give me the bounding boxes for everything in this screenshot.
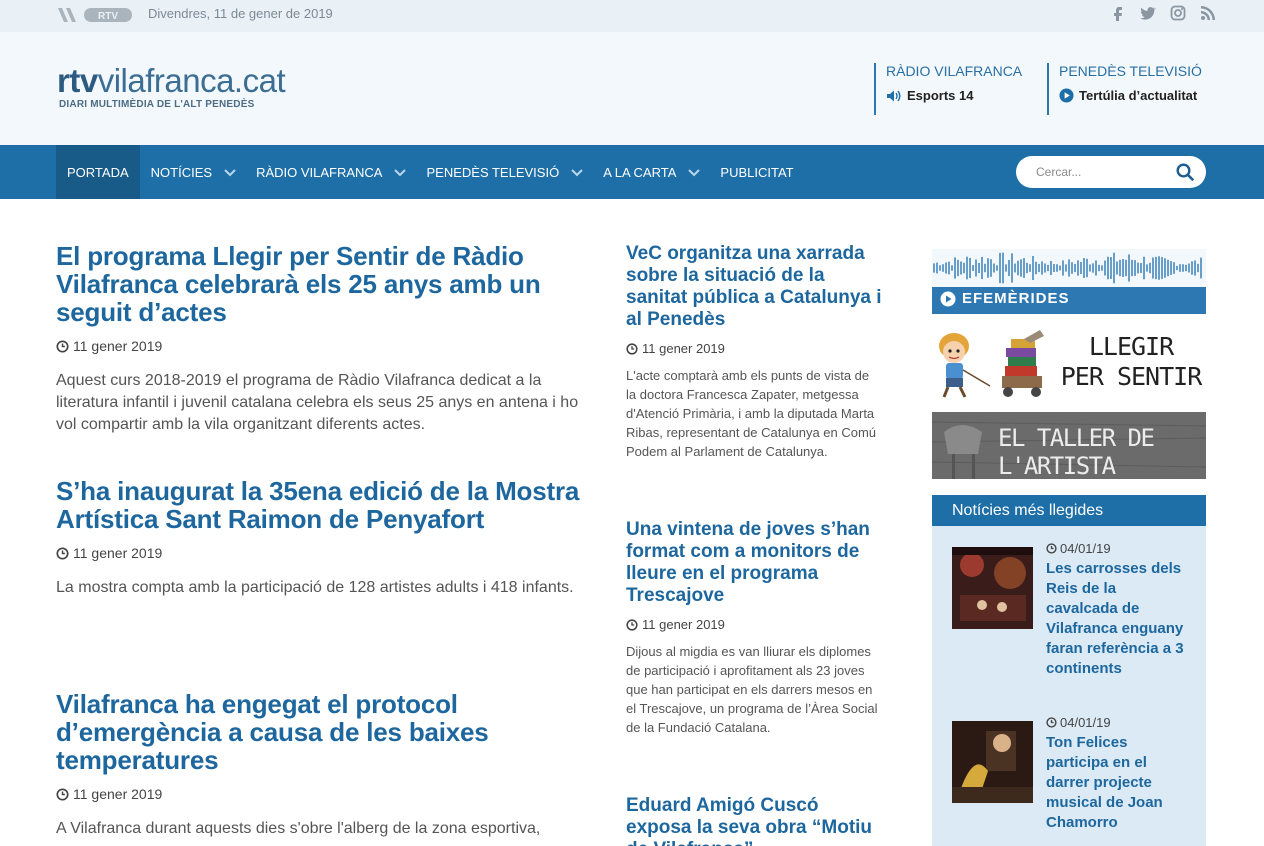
news-date: 04/01/19 bbox=[1046, 715, 1111, 730]
article-title[interactable]: Vilafranca ha engegat el protocol d’emer… bbox=[56, 690, 601, 774]
clock-icon bbox=[56, 787, 69, 801]
efemerides-text: EFEMÈRIDES bbox=[962, 290, 1070, 307]
live-tv-program-label: Tertúlia d’actualitat bbox=[1079, 88, 1198, 103]
article-date-label: 11 gener 2019 bbox=[73, 786, 163, 802]
article-summary: Dijous al migdia es van lliurar els dipl… bbox=[626, 644, 878, 735]
live-tv-box[interactable]: PENEDÈS TELEVISIÓ Tertúlia d’actualitat bbox=[1047, 63, 1202, 115]
article-date-label: 11 gener 2019 bbox=[73, 338, 163, 354]
nav-item-label: NOTÍCIES bbox=[150, 164, 213, 180]
article-date: 11 gener 2019 bbox=[626, 617, 882, 632]
llegir-per-sentir-text: LLEGIR PER SENTIR bbox=[1060, 332, 1203, 391]
search-box bbox=[1016, 156, 1206, 188]
news-thumbnail[interactable] bbox=[952, 721, 1033, 803]
live-radio-program-label: Esports 14 bbox=[907, 88, 974, 103]
nav-item-portada[interactable]: PORTADA bbox=[56, 145, 140, 199]
twitter-icon[interactable] bbox=[1140, 5, 1156, 23]
site-header: rtvvilafranca.cat DIARI MULTIMÈDIA DE L'… bbox=[0, 32, 1264, 145]
main-article: El programa Llegir per Sentir de Ràdio V… bbox=[56, 242, 601, 436]
taller-artista-text: EL TALLER DE L'ARTISTA bbox=[998, 424, 1155, 479]
article-date-label: 11 gener 2019 bbox=[642, 341, 725, 356]
nav-item-label: PENEDÈS TELEVISIÓ bbox=[426, 164, 560, 180]
article-title[interactable]: El programa Llegir per Sentir de Ràdio V… bbox=[56, 242, 601, 326]
clock-icon bbox=[626, 618, 638, 631]
article-date: 11 gener 2019 bbox=[56, 545, 601, 561]
article-date-label: 11 gener 2019 bbox=[642, 617, 725, 632]
article-summary: L'acte comptarà amb els punts de vista d… bbox=[626, 368, 877, 459]
rtv-logo-icon[interactable]: RTV bbox=[56, 6, 134, 24]
nav-item-noticies[interactable]: NOTÍCIES bbox=[140, 145, 245, 199]
search-icon[interactable] bbox=[1176, 163, 1194, 181]
article-title[interactable]: S’ha inaugurat la 35ena edició de la Mos… bbox=[56, 477, 601, 533]
article-date-label: 11 gener 2019 bbox=[73, 545, 163, 561]
search-input[interactable] bbox=[1036, 163, 1166, 181]
chevron-down-icon[interactable] bbox=[224, 168, 236, 176]
child-books-illustration-icon bbox=[939, 330, 1044, 398]
nav-item-radio-vilafranca[interactable]: RÀDIO VILAFRANCA bbox=[245, 145, 415, 199]
main-article: Vilafranca ha engegat el protocol d’emer… bbox=[56, 690, 601, 840]
secondary-article: Una vintena de joves s’han format com a … bbox=[626, 519, 882, 737]
article-date: 11 gener 2019 bbox=[626, 341, 882, 356]
nav-item-label: PUBLICITAT bbox=[720, 164, 794, 180]
article-summary: A Vilafranca durant aquests dies s'obre … bbox=[56, 820, 541, 837]
article-title[interactable]: Eduard Amigó Cuscó exposa la seva obra “… bbox=[626, 795, 882, 846]
current-date: Divendres, 11 de gener de 2019 bbox=[148, 6, 333, 21]
instagram-icon[interactable] bbox=[1170, 5, 1186, 23]
live-radio-program[interactable]: Esports 14 bbox=[886, 88, 1022, 103]
secondary-article: VeC organitza una xarrada sobre la situa… bbox=[626, 243, 882, 461]
news-title[interactable]: Ton Felices participa en el darrer proje… bbox=[1046, 733, 1186, 833]
nav-item-penedes-televisio[interactable]: PENEDÈS TELEVISIÓ bbox=[415, 145, 592, 199]
svg-text:RTV: RTV bbox=[98, 11, 118, 22]
news-date-label: 04/01/19 bbox=[1060, 715, 1111, 730]
secondary-article: Eduard Amigó Cuscó exposa la seva obra “… bbox=[626, 795, 882, 846]
clock-icon bbox=[56, 546, 69, 560]
news-date-label: 04/01/19 bbox=[1060, 541, 1111, 556]
llegir-per-sentir-banner[interactable]: LLEGIR PER SENTIR bbox=[932, 330, 1206, 400]
nav-item-label: RÀDIO VILAFRANCA bbox=[256, 164, 383, 180]
article-title[interactable]: Una vintena de joves s’han format com a … bbox=[626, 519, 882, 607]
main-nav: PORTADA NOTÍCIES RÀDIO VILAFRANCA PENEDÈ… bbox=[0, 145, 1264, 199]
chevron-down-icon[interactable] bbox=[394, 168, 407, 176]
taller-artista-banner[interactable]: EL TALLER DE L'ARTISTA bbox=[932, 412, 1206, 479]
article-summary: La mostra compta amb la participació de … bbox=[56, 579, 574, 596]
news-date: 04/01/19 bbox=[1046, 541, 1111, 556]
clock-icon bbox=[626, 342, 638, 355]
play-circle-icon bbox=[940, 291, 956, 306]
nav-item-label: A LA CARTA bbox=[603, 164, 677, 180]
news-title[interactable]: Les carrosses dels Reis de la cavalcada … bbox=[1046, 559, 1186, 679]
most-read-panel: Notícies més llegides 04/01/19 Les carro… bbox=[932, 495, 1206, 846]
site-tagline: DIARI MULTIMÈDIA DE L'ALT PENEDÈS bbox=[59, 99, 255, 110]
social-links bbox=[1110, 5, 1216, 23]
rss-icon[interactable] bbox=[1200, 5, 1216, 23]
live-tv-title[interactable]: PENEDÈS TELEVISIÓ bbox=[1059, 63, 1202, 79]
live-tv-program[interactable]: Tertúlia d’actualitat bbox=[1059, 88, 1202, 103]
chevron-down-icon[interactable] bbox=[571, 168, 583, 176]
site-logo[interactable]: rtvvilafranca.cat bbox=[57, 62, 286, 100]
article-date: 11 gener 2019 bbox=[56, 786, 601, 802]
article-date: 11 gener 2019 bbox=[56, 338, 601, 354]
play-circle-icon bbox=[1059, 88, 1074, 103]
most-read-title: Notícies més llegides bbox=[932, 495, 1206, 526]
sound-wave-icon bbox=[932, 249, 1206, 287]
efemerides-banner[interactable]: EFEMÈRIDES bbox=[932, 249, 1206, 314]
facebook-icon[interactable] bbox=[1110, 5, 1126, 23]
main-article: S’ha inaugurat la 35ena edició de la Mos… bbox=[56, 477, 601, 599]
efemerides-label: EFEMÈRIDES bbox=[940, 290, 1070, 307]
news-thumbnail[interactable] bbox=[952, 547, 1033, 629]
article-summary: Aquest curs 2018-2019 el programa de Ràd… bbox=[56, 372, 579, 433]
nav-item-publicitat[interactable]: PUBLICITAT bbox=[709, 145, 804, 199]
chevron-down-icon[interactable] bbox=[688, 168, 701, 176]
live-radio-title[interactable]: RÀDIO VILAFRANCA bbox=[886, 63, 1022, 79]
live-radio-box[interactable]: RÀDIO VILAFRANCA Esports 14 bbox=[874, 63, 1022, 115]
top-bar: RTV Divendres, 11 de gener de 2019 bbox=[0, 0, 1264, 32]
nav-item-a-la-carta[interactable]: A LA CARTA bbox=[592, 145, 709, 199]
clock-icon bbox=[56, 339, 69, 353]
nav-item-label: PORTADA bbox=[67, 164, 129, 180]
clock-icon bbox=[1046, 717, 1057, 728]
article-title[interactable]: VeC organitza una xarrada sobre la situa… bbox=[626, 243, 882, 331]
clock-icon bbox=[1046, 543, 1057, 554]
speaker-icon bbox=[887, 90, 901, 101]
